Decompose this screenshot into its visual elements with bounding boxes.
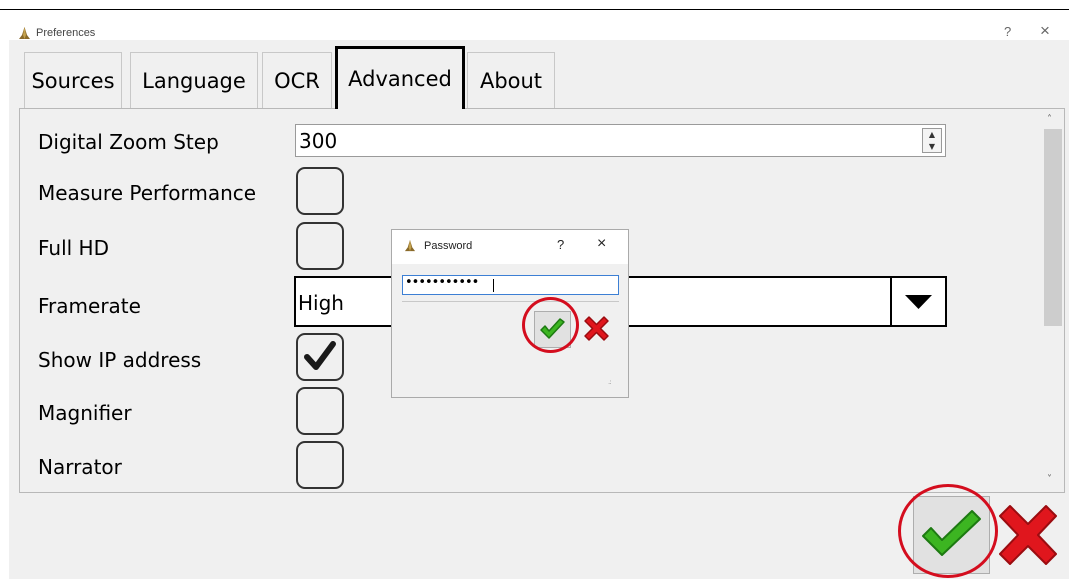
measure-performance-checkbox[interactable] [296, 167, 344, 215]
window-titlebar: Preferences ? × [0, 10, 1069, 40]
password-input[interactable]: ••••••••••• [402, 275, 619, 295]
password-dialog-title: Password [424, 240, 473, 252]
digital-zoom-step-label: Digital Zoom Step [38, 130, 219, 154]
password-cancel-button[interactable] [578, 311, 615, 348]
tab-about[interactable]: About [467, 52, 555, 108]
full-hd-checkbox[interactable] [296, 222, 344, 270]
framerate-value: High [298, 291, 344, 315]
password-masked-value: ••••••••••• [405, 275, 479, 290]
narrator-label: Narrator [38, 455, 122, 479]
tab-ocr[interactable]: OCR [262, 52, 332, 108]
checkmark-icon [304, 341, 336, 370]
magnifier-label: Magnifier [38, 401, 132, 425]
magnifier-checkbox[interactable] [296, 387, 344, 435]
close-button[interactable]: × [1040, 21, 1050, 41]
dropdown-arrow-icon [905, 295, 932, 309]
password-dialog-titlebar: Password ? × [392, 230, 628, 264]
tab-advanced[interactable]: Advanced [335, 46, 465, 109]
digital-zoom-step-value: 300 [299, 129, 338, 153]
spin-buttons: ▲ ▼ [922, 128, 942, 153]
show-ip-address-checkbox[interactable] [296, 333, 344, 381]
digital-zoom-step-spinbox[interactable]: 300 ▲ ▼ [295, 124, 946, 157]
tab-language[interactable]: Language [130, 52, 258, 108]
panel-scrollbar[interactable]: ˄ ˅ [1043, 110, 1063, 491]
window-title: Preferences [36, 27, 96, 39]
scroll-down-icon[interactable]: ˅ [1047, 474, 1052, 485]
password-dialog-close-button[interactable]: × [597, 235, 606, 253]
highlight-ring-large [898, 484, 998, 578]
spin-up-icon[interactable]: ▲ [923, 129, 941, 141]
cancel-x-icon [584, 316, 609, 341]
app-icon [19, 27, 30, 39]
help-button[interactable]: ? [1004, 24, 1011, 39]
cancel-button[interactable] [992, 498, 1064, 572]
highlight-ring-small [522, 297, 579, 353]
spin-down-icon[interactable]: ▼ [923, 141, 941, 153]
text-caret [493, 279, 494, 292]
narrator-checkbox[interactable] [296, 441, 344, 489]
cancel-x-icon [999, 505, 1057, 565]
show-ip-address-label: Show IP address [38, 348, 202, 372]
resize-grip-icon[interactable]: .: [608, 378, 611, 386]
framerate-label: Framerate [38, 294, 141, 318]
scrollbar-thumb[interactable] [1044, 129, 1062, 326]
measure-performance-label: Measure Performance [38, 181, 257, 205]
tab-sources[interactable]: Sources [24, 52, 122, 108]
full-hd-label: Full HD [38, 236, 109, 260]
app-icon [404, 240, 416, 252]
dialog-separator [402, 301, 619, 302]
scroll-up-icon[interactable]: ˄ [1047, 114, 1052, 125]
password-dialog: Password ? × ••••••••••• .: [391, 229, 629, 398]
password-dialog-help-button[interactable]: ? [557, 237, 564, 252]
framerate-dropdown-button[interactable] [890, 278, 945, 325]
